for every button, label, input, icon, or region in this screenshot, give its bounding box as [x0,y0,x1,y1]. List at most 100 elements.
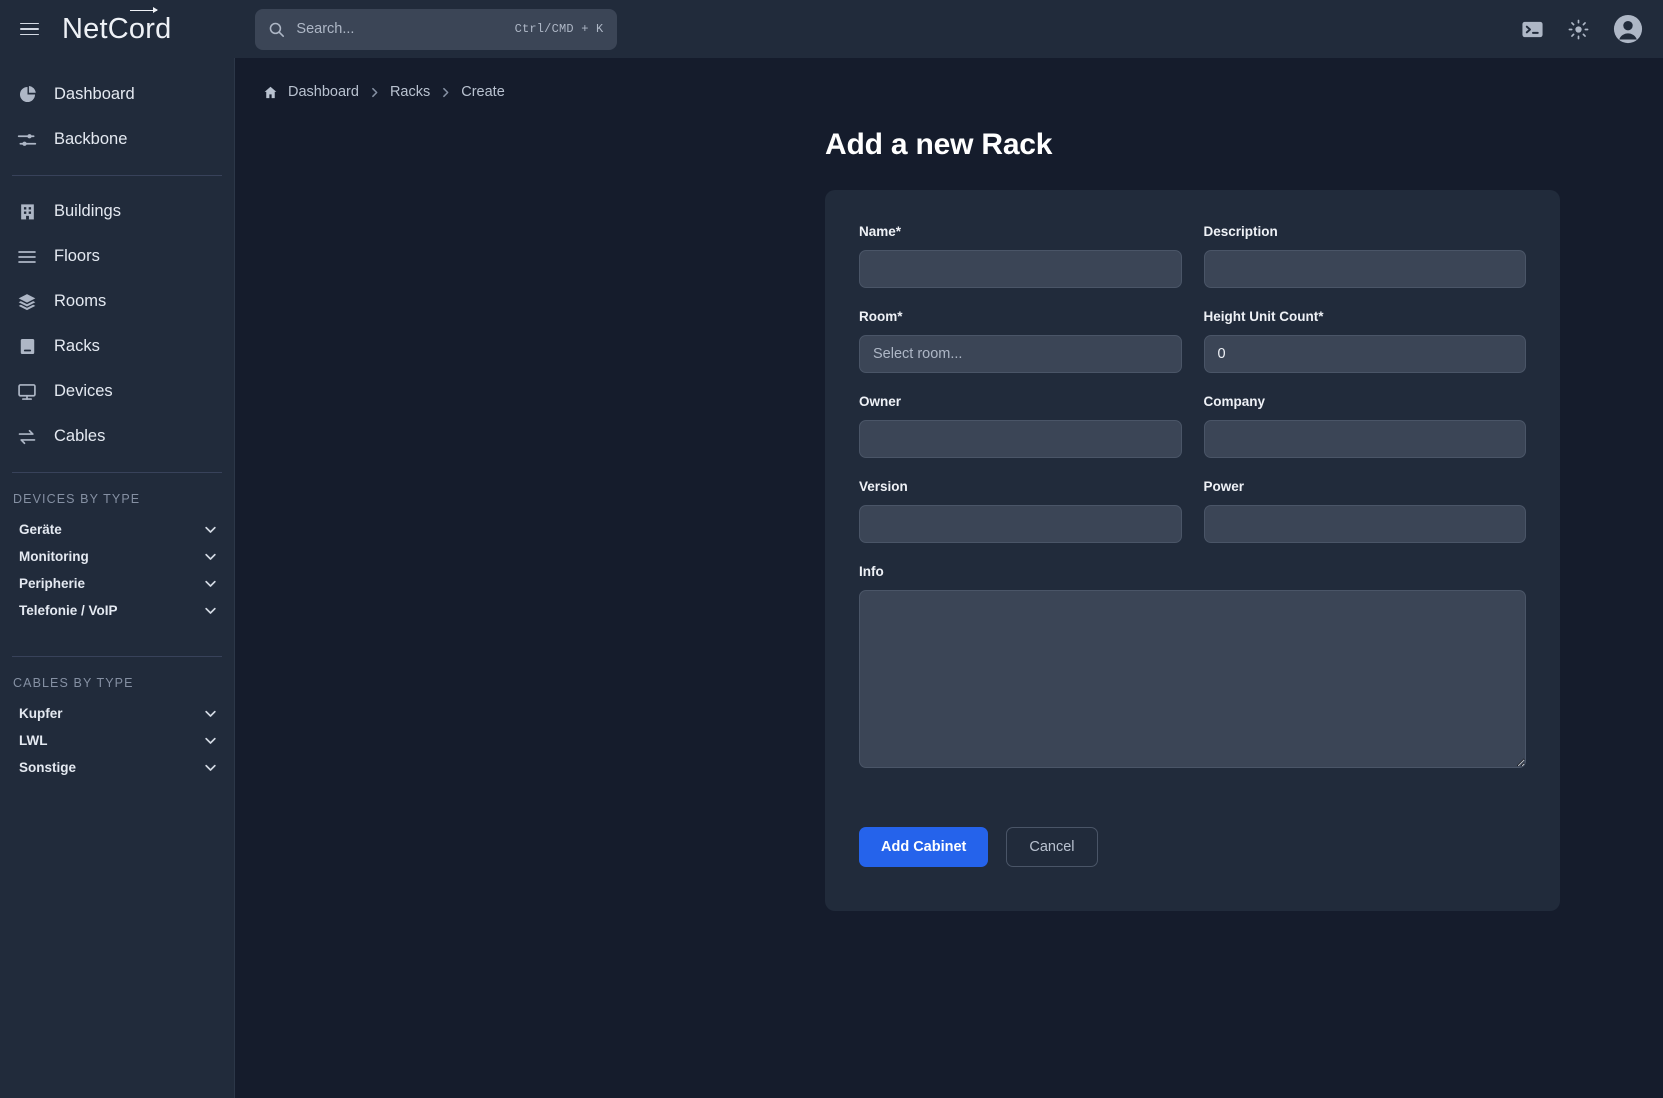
sidebar-item-label: Racks [54,337,100,356]
sidebar-item-label: Floors [54,247,100,266]
sidebar-item-dashboard[interactable]: Dashboard [0,72,234,117]
sidebar-item-floors[interactable]: Floors [0,234,234,279]
sidebar-item-cables[interactable]: Cables [0,414,234,459]
sidebar-group-lwl[interactable]: LWL [0,727,234,754]
sidebar-group-label: Sonstige [19,760,76,775]
chevron-down-icon [203,522,218,537]
room-select-input[interactable] [859,335,1182,373]
sidebar-item-rooms[interactable]: Rooms [0,279,234,324]
version-input[interactable] [859,505,1182,543]
label-room: Room* [859,309,1182,324]
user-avatar-icon[interactable] [1613,14,1643,44]
sidebar-item-label: Dashboard [54,85,135,104]
sidebar-group-kupfer[interactable]: Kupfer [0,700,234,727]
sidebar: Dashboard Backbone [0,58,235,1098]
label-company: Company [1204,394,1527,409]
sidebar-group-telefonie-voip[interactable]: Telefonie / VoIP [0,597,234,624]
monitor-icon [16,382,38,402]
sidebar-group-label: Kupfer [19,706,63,721]
sidebar-item-label: Rooms [54,292,106,311]
arrows-exchange-icon [16,427,38,447]
rack-form-card: Name* Description Room* Height Unit Coun… [825,190,1560,911]
sidebar-group-label: Monitoring [19,549,89,564]
sidebar-item-buildings[interactable]: Buildings [0,189,234,234]
chevron-down-icon [203,603,218,618]
cancel-button[interactable]: Cancel [1006,827,1097,867]
label-name: Name* [859,224,1182,239]
owner-input[interactable] [859,420,1182,458]
breadcrumb-item-racks[interactable]: Racks [390,84,430,100]
sidebar-group-label: Telefonie / VoIP [19,603,118,618]
chevron-down-icon [203,760,218,775]
breadcrumb: Dashboard Racks Create [235,58,1663,100]
info-textarea[interactable] [859,590,1526,768]
form-actions: Add Cabinet Cancel [859,827,1526,867]
rack-icon [16,337,38,356]
chevron-right-icon [368,86,381,99]
form-field-height-unit-count: Height Unit Count* [1204,309,1527,373]
form-field-room: Room* [859,309,1182,373]
main-content: Dashboard Racks Create Add a new Rack Na… [235,58,1663,1098]
label-height-unit-count: Height Unit Count* [1204,309,1527,324]
sidebar-group-sonstige[interactable]: Sonstige [0,754,234,781]
label-description: Description [1204,224,1527,239]
sidebar-item-label: Devices [54,382,113,401]
sidebar-group-label: Geräte [19,522,62,537]
header-actions [1521,14,1643,44]
chevron-down-icon [203,706,218,721]
form-field-info: Info [859,564,1526,773]
terminal-icon[interactable] [1521,18,1544,41]
sidebar-item-devices[interactable]: Devices [0,369,234,414]
label-owner: Owner [859,394,1182,409]
form-field-description: Description [1204,224,1527,288]
sidebar-item-label: Buildings [54,202,121,221]
hamburger-icon[interactable] [12,12,46,46]
sliders-icon [16,130,38,150]
form-field-owner: Owner [859,394,1182,458]
sidebar-item-backbone[interactable]: Backbone [0,117,234,162]
sidebar-section-title-devices: DEVICES BY TYPE [0,486,234,516]
height-unit-count-input[interactable] [1204,335,1527,373]
sidebar-item-racks[interactable]: Racks [0,324,234,369]
add-cabinet-button[interactable]: Add Cabinet [859,827,988,867]
app-logo[interactable]: NetCord [62,13,171,46]
building-icon [16,202,38,221]
brand-text-post: d [155,13,171,46]
sidebar-section-title-cables: CABLES BY TYPE [0,670,234,700]
chevron-down-icon [203,549,218,564]
form-field-version: Version [859,479,1182,543]
breadcrumb-item-create: Create [461,84,505,100]
stack-icon [16,292,38,312]
sidebar-divider-2 [12,472,222,473]
form-field-power: Power [1204,479,1527,543]
home-icon[interactable] [263,85,278,100]
sidebar-group-peripherie[interactable]: Peripherie [0,570,234,597]
sidebar-group-label: Peripherie [19,576,85,591]
company-input[interactable] [1204,420,1527,458]
sidebar-group-label: LWL [19,733,48,748]
search-shortcut-hint: Ctrl/CMD + K [515,22,604,36]
form-grid: Name* Description Room* Height Unit Coun… [859,224,1526,794]
label-power: Power [1204,479,1527,494]
breadcrumb-item-dashboard[interactable]: Dashboard [288,84,359,100]
top-header: NetCord Search... Ctrl/CMD + K [0,0,1663,58]
search-placeholder: Search... [296,21,514,37]
sun-icon[interactable] [1568,19,1589,40]
sidebar-group-geraete[interactable]: Geräte [0,516,234,543]
form-field-company: Company [1204,394,1527,458]
layers-lines-icon [16,247,38,267]
sidebar-item-label: Cables [54,427,105,446]
chevron-down-icon [203,733,218,748]
description-input[interactable] [1204,250,1527,288]
chevron-down-icon [203,576,218,591]
sidebar-group-monitoring[interactable]: Monitoring [0,543,234,570]
name-input[interactable] [859,250,1182,288]
sidebar-divider-1 [12,175,222,176]
form-field-name: Name* [859,224,1182,288]
search-input[interactable]: Search... Ctrl/CMD + K [255,9,617,50]
label-info: Info [859,564,1526,579]
power-input[interactable] [1204,505,1527,543]
brand-text-pre: NetC [62,13,129,46]
brand-vector-segment: or [129,13,155,46]
page-title: Add a new Rack [825,128,1663,162]
